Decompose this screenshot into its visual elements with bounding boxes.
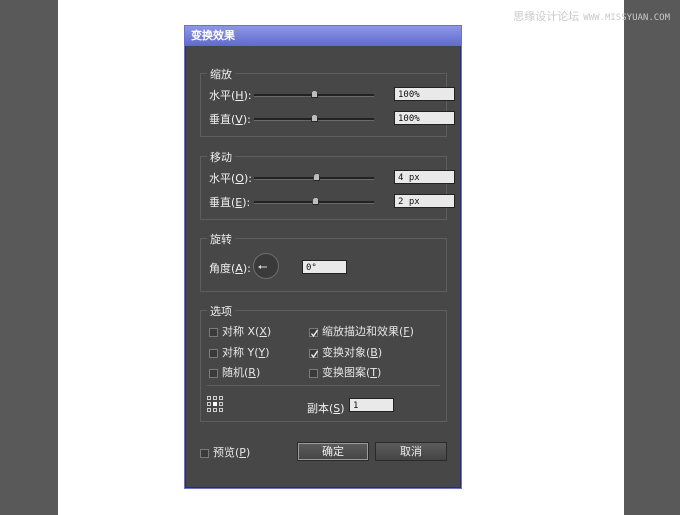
move-horizontal-slider[interactable]	[254, 173, 374, 181]
watermark: 思缘设计论坛 WWW.MISSYUAN.COM	[513, 8, 670, 24]
scale-vertical-slider[interactable]	[254, 114, 374, 122]
options-group-title: 选项	[207, 303, 235, 319]
options-divider	[207, 385, 440, 386]
random-checkbox[interactable]: 随机(R)	[209, 364, 260, 380]
check-icon	[310, 350, 319, 358]
checkbox-box[interactable]	[309, 348, 319, 358]
slider-thumb[interactable]	[311, 114, 318, 122]
scale-strokes-effects-checkbox[interactable]: 缩放描边和效果(F)	[309, 323, 414, 339]
checkbox-box[interactable]	[209, 327, 218, 337]
scale-vertical-label: 垂直(V):	[209, 113, 251, 126]
reference-point-grid-icon[interactable]	[207, 396, 223, 412]
scale-group-title: 缩放	[207, 66, 235, 82]
rotate-group-title: 旋转	[207, 231, 235, 247]
transform-objects-checkbox[interactable]: 变换对象(B)	[309, 344, 382, 360]
angle-input[interactable]: 0°	[302, 260, 347, 274]
angle-label: 角度(A):	[209, 262, 251, 275]
checkbox-box[interactable]	[309, 327, 319, 337]
ok-button[interactable]: 确定	[297, 442, 369, 461]
dialog-title: 变换效果	[185, 26, 461, 46]
rotate-group: 旋转 角度(A): 0°	[200, 231, 447, 292]
angle-dial-icon	[258, 265, 267, 269]
watermark-url: WWW.MISSYUAN.COM	[583, 13, 670, 23]
transform-effect-dialog: 变换效果 缩放 水平(H): 100% 垂直(V): 100% 移动 水平(O)…	[184, 25, 462, 489]
scale-vertical-input[interactable]: 100%	[394, 111, 455, 125]
checkbox-box[interactable]	[209, 368, 218, 378]
angle-dial[interactable]	[253, 253, 279, 279]
copies-label: 副本(S)	[307, 402, 345, 415]
preview-checkbox[interactable]: 预览(P)	[200, 444, 250, 460]
slider-thumb[interactable]	[313, 173, 321, 181]
checkbox-box[interactable]	[209, 348, 218, 358]
scale-horizontal-input[interactable]: 100%	[394, 87, 455, 101]
reflect-x-checkbox[interactable]: 对称 X(X)	[209, 323, 271, 339]
scale-horizontal-slider[interactable]	[254, 90, 374, 98]
move-horizontal-label: 水平(O):	[209, 172, 252, 185]
options-group: 选项 对称 X(X) 对称 Y(Y) 随机(R) 缩放描边和效果(F) 变换对象…	[200, 303, 447, 422]
move-horizontal-input[interactable]: 4 px	[394, 170, 455, 184]
check-icon	[310, 329, 319, 337]
move-vertical-label: 垂直(E):	[209, 196, 251, 209]
move-vertical-slider[interactable]	[254, 197, 374, 205]
slider-thumb[interactable]	[312, 197, 320, 205]
transform-patterns-checkbox[interactable]: 变换图案(T)	[309, 364, 381, 380]
move-group: 移动 水平(O): 4 px 垂直(E): 2 px	[200, 149, 455, 220]
checkbox-box[interactable]	[200, 448, 209, 458]
slider-thumb[interactable]	[311, 90, 318, 98]
cancel-button[interactable]: 取消	[375, 442, 447, 461]
copies-input[interactable]: 1	[349, 398, 394, 412]
scale-group: 缩放 水平(H): 100% 垂直(V): 100%	[200, 66, 455, 137]
checkbox-box[interactable]	[309, 368, 318, 378]
move-vertical-input[interactable]: 2 px	[394, 194, 455, 208]
watermark-text: 思缘设计论坛	[513, 10, 580, 23]
scale-horizontal-label: 水平(H):	[209, 89, 252, 102]
reflect-y-checkbox[interactable]: 对称 Y(Y)	[209, 344, 270, 360]
move-group-title: 移动	[207, 149, 235, 165]
